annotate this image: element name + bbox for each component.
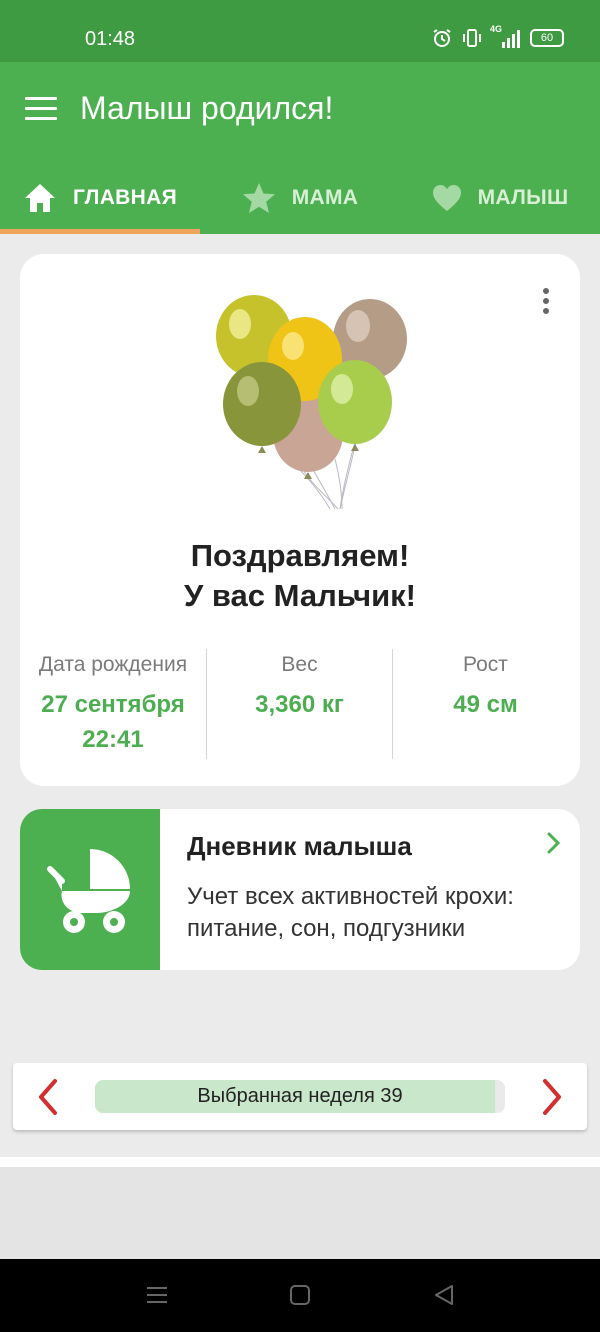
week-progress-bar: Выбранная неделя 39 xyxy=(95,1080,505,1113)
baby-diary-card[interactable]: Дневник малыша Учет всех активностей кро… xyxy=(20,809,580,970)
previous-week-icon[interactable] xyxy=(33,1077,63,1117)
tab-baby[interactable]: МАЛЫШ xyxy=(400,162,600,234)
diary-icon-block xyxy=(20,809,160,970)
congrats-heading: Поздравляем! У вас Мальчик! xyxy=(20,536,580,616)
congrats-line-1: Поздравляем! xyxy=(190,538,410,573)
menu-icon[interactable] xyxy=(25,97,57,121)
more-options-icon[interactable] xyxy=(538,288,554,318)
status-time: 01:48 xyxy=(85,28,136,50)
stat-label: Вес xyxy=(281,653,318,676)
tab-indicator xyxy=(0,229,200,234)
birth-date-value: 27 сентября xyxy=(41,691,185,718)
stroller-icon xyxy=(47,849,130,933)
stat-label: Рост xyxy=(463,653,508,676)
diary-title: Дневник малыша xyxy=(187,831,412,861)
network-type: 4G xyxy=(490,24,503,34)
birth-card: Поздравляем! У вас Мальчик! Дата рождени… xyxy=(20,254,580,786)
tab-main-label: ГЛАВНАЯ xyxy=(73,186,177,209)
status-icons: 4G 60 xyxy=(432,24,564,48)
home-button-icon[interactable] xyxy=(288,1283,312,1307)
diary-description: Учет всех активностей крохи: питание, со… xyxy=(187,883,514,942)
stat-value: 49 см xyxy=(453,691,518,718)
star-icon xyxy=(242,183,275,213)
tab-mama-label: МАМА xyxy=(291,186,359,209)
app-title: Малыш родился! xyxy=(80,90,334,126)
app-bar: Малыш родился! ГЛАВНАЯ МАМА МАЛЫШ xyxy=(0,62,600,234)
tab-bar: ГЛАВНАЯ МАМА МАЛЫШ xyxy=(0,162,600,234)
home-icon xyxy=(25,184,55,212)
signal-icon: 4G xyxy=(490,24,520,48)
vibrate-icon xyxy=(463,29,481,47)
back-icon[interactable] xyxy=(432,1283,456,1307)
congrats-line-2: У вас Мальчик! xyxy=(183,578,416,613)
alarm-icon xyxy=(433,29,451,47)
stat-label: Дата рождения xyxy=(38,653,188,676)
bottom-area xyxy=(0,1157,600,1259)
chevron-right-icon xyxy=(547,832,561,854)
tab-main[interactable]: ГЛАВНАЯ xyxy=(0,162,200,234)
stat-weight: Вес 3,360 кг xyxy=(206,649,392,759)
tab-mama[interactable]: МАМА xyxy=(200,162,400,234)
battery-icon: 60 xyxy=(530,29,564,47)
stat-value: 27 сентября 22:41 xyxy=(20,687,206,757)
week-selector: Выбранная неделя 39 xyxy=(13,1063,587,1130)
status-bar: 01:48 4G 60 xyxy=(0,0,600,62)
system-nav-bar xyxy=(0,1259,600,1332)
stat-birth-date: Дата рождения 27 сентября 22:41 xyxy=(20,649,206,759)
heart-icon xyxy=(432,185,461,211)
selected-week-label: Выбранная неделя 39 xyxy=(197,1085,403,1107)
tab-baby-label: МАЛЫШ xyxy=(477,186,569,209)
birth-stats: Дата рождения 27 сентября 22:41 Вес 3,36… xyxy=(20,649,580,759)
next-week-icon[interactable] xyxy=(537,1077,567,1117)
stat-value: 3,360 кг xyxy=(255,691,344,718)
stat-height: Рост 49 см xyxy=(392,649,578,759)
birth-time-value: 22:41 xyxy=(82,726,144,753)
recent-apps-icon[interactable] xyxy=(145,1283,169,1307)
balloons-image xyxy=(216,295,407,510)
